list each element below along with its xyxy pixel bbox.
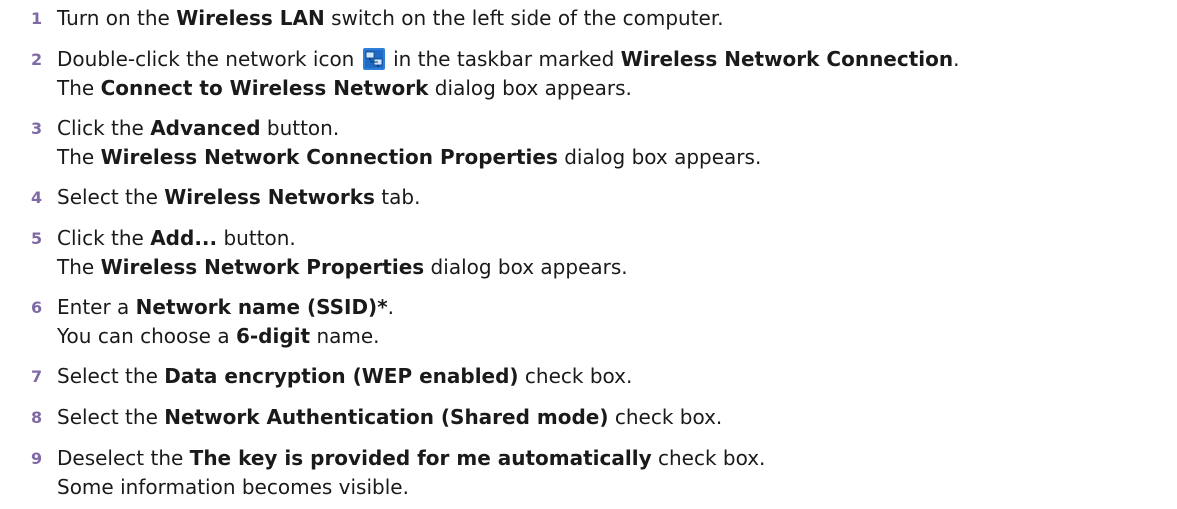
step-text-part: dialog box appears.: [428, 76, 632, 100]
instruction-steps: 1 Turn on the Wireless LAN switch on the…: [0, 0, 1177, 502]
step-text-part: Select the: [57, 185, 165, 209]
step-text-part: .: [387, 295, 395, 319]
step-text-part: tab.: [374, 185, 421, 209]
step-result-text: You can choose a 6-digit name.: [57, 322, 1177, 351]
step-number: 6: [31, 298, 43, 317]
step-5: 5 Click the Add... button. The Wireless …: [0, 224, 1177, 293]
step-text-part: check box.: [651, 446, 766, 470]
step-number: 2: [31, 50, 43, 69]
ui-term: 6-digit: [235, 324, 311, 348]
step-text-part: dialog box appears.: [424, 255, 628, 279]
ui-term: Add...: [150, 226, 218, 250]
step-text-part: The: [57, 145, 101, 169]
step-text-part: The: [57, 76, 101, 100]
step-1: 1 Turn on the Wireless LAN switch on the…: [0, 4, 1177, 45]
step-text-part: Double-click the network icon: [57, 47, 361, 71]
step-text-part: button.: [217, 226, 296, 250]
step-6: 6 Enter a Network name (SSID)*. You can …: [0, 293, 1177, 362]
step-text-part: Deselect the: [57, 446, 190, 470]
step-text-part: name.: [310, 324, 380, 348]
step-text-part: Select the: [57, 364, 165, 388]
network-connection-icon: [362, 48, 385, 70]
ui-term: The key is provided for me automatically: [189, 446, 652, 470]
step-7: 7 Select the Data encryption (WEP enable…: [0, 362, 1177, 403]
ui-term: Wireless LAN: [176, 6, 325, 30]
step-text: Select the Data encryption (WEP enabled)…: [57, 362, 1177, 391]
step-number: 5: [31, 229, 43, 248]
step-result-text: The Wireless Network Connection Properti…: [57, 143, 1177, 172]
step-text-part: check box.: [518, 364, 633, 388]
step-text-part: You can choose a: [57, 324, 236, 348]
ui-term: Wireless Network Properties: [100, 255, 425, 279]
step-text-part: switch on the left side of the computer.: [324, 6, 724, 30]
ui-term: Advanced: [150, 116, 261, 140]
step-text: Click the Add... button.: [57, 224, 1177, 253]
ui-term: Network Authentication (Shared mode): [164, 405, 609, 429]
ui-term: Network name (SSID)*: [135, 295, 388, 319]
step-number: 3: [31, 119, 43, 138]
step-text-part: Click the: [57, 226, 151, 250]
step-number: 4: [31, 188, 43, 207]
step-text: Enter a Network name (SSID)*.: [57, 293, 1177, 322]
step-2: 2 Double-click the network icon in the t…: [0, 45, 1177, 114]
step-number: 1: [31, 9, 43, 28]
step-4: 4 Select the Wireless Networks tab.: [0, 183, 1177, 224]
step-text-part: The: [57, 255, 101, 279]
ui-term: Connect to Wireless Network: [100, 76, 429, 100]
step-text-part: Turn on the: [57, 6, 177, 30]
step-text: Select the Network Authentication (Share…: [57, 403, 1177, 432]
step-text: Turn on the Wireless LAN switch on the l…: [57, 4, 1177, 33]
step-text-part: in the taskbar marked: [386, 47, 621, 71]
step-3: 3 Click the Advanced button. The Wireles…: [0, 114, 1177, 183]
step-text: Click the Advanced button.: [57, 114, 1177, 143]
step-text-part: dialog box appears.: [557, 145, 762, 169]
step-text-part: Select the: [57, 405, 165, 429]
step-text: Select the Wireless Networks tab.: [57, 183, 1177, 212]
step-text: Deselect the The key is provided for me …: [57, 444, 1177, 473]
step-number: 7: [31, 367, 43, 386]
step-number: 8: [31, 408, 43, 427]
step-result-text: The Connect to Wireless Network dialog b…: [57, 74, 1177, 103]
step-text-part: .: [953, 47, 960, 71]
ui-term: Wireless Networks: [164, 185, 375, 209]
step-result-text: Some information becomes visible.: [57, 475, 409, 499]
step-8: 8 Select the Network Authentication (Sha…: [0, 403, 1177, 444]
step-text-part: Enter a: [57, 295, 136, 319]
ui-term: Wireless Network Connection Properties: [100, 145, 558, 169]
ui-term: Wireless Network Connection: [620, 47, 954, 71]
ui-term: Data encryption (WEP enabled): [164, 364, 519, 388]
step-number: 9: [31, 449, 43, 468]
step-text-part: Click the: [57, 116, 151, 140]
step-text-part: button.: [260, 116, 340, 140]
step-text: Double-click the network icon in the tas…: [57, 45, 1177, 74]
step-9: 9 Deselect the The key is provided for m…: [0, 444, 1177, 502]
step-result-text: The Wireless Network Properties dialog b…: [57, 253, 1177, 282]
step-text-part: check box.: [608, 405, 723, 429]
